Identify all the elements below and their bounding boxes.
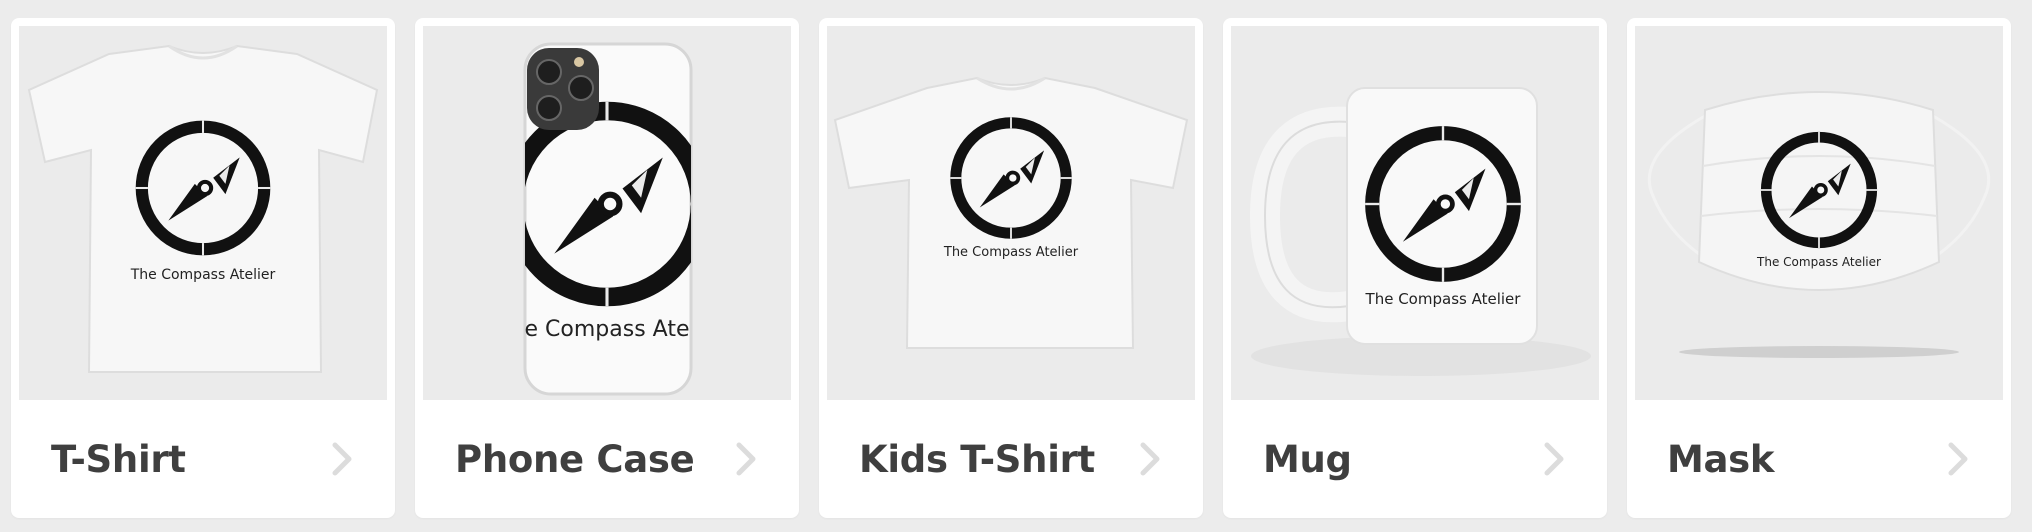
product-image-t-shirt[interactable]: The Compass Atelier <box>19 26 387 400</box>
product-name: Kids T-Shirt <box>859 438 1095 481</box>
chevron-right-icon <box>1135 441 1165 477</box>
product-image-mug[interactable]: The Compass Atelier <box>1231 26 1599 400</box>
product-grid: The Compass Atelier T-Shirt e Compass At… <box>0 0 2032 532</box>
design-text: The Compass Atelier <box>130 267 276 283</box>
product-card-mug[interactable]: The Compass Atelier Mug <box>1223 18 1607 518</box>
product-card-t-shirt[interactable]: The Compass Atelier T-Shirt <box>11 18 395 518</box>
chevron-right-icon <box>1539 441 1569 477</box>
chevron-right-icon <box>1943 441 1973 477</box>
product-image-phone-case[interactable]: e Compass Ate <box>423 26 791 400</box>
product-card-mask[interactable]: The Compass Atelier Mask <box>1627 18 2011 518</box>
chevron-right-icon <box>731 441 761 477</box>
label-bar: Mug <box>1223 400 1607 518</box>
design-text: The Compass Atelier <box>1365 290 1522 308</box>
product-name: Mask <box>1667 438 1775 481</box>
label-bar: T-Shirt <box>11 400 395 518</box>
phone-case-mockup-image: e Compass Ate <box>523 42 693 396</box>
product-name: Mug <box>1263 438 1352 481</box>
product-image-mask[interactable]: The Compass Atelier <box>1635 26 2003 400</box>
kids-t-shirt-mockup-image: The Compass Atelier <box>833 76 1189 349</box>
product-image-kids-t-shirt[interactable]: The Compass Atelier <box>827 26 1195 400</box>
label-bar: Mask <box>1627 400 2011 518</box>
label-bar: Kids T-Shirt <box>819 400 1203 518</box>
mug-mockup-image: The Compass Atelier <box>1249 87 1591 376</box>
product-name: Phone Case <box>455 438 695 481</box>
product-card-kids-t-shirt[interactable]: The Compass Atelier Kids T-Shirt <box>819 18 1203 518</box>
design-text: The Compass Atelier <box>943 245 1079 260</box>
product-name: T-Shirt <box>51 438 186 481</box>
design-text: The Compass Atelier <box>1756 255 1881 269</box>
label-bar: Phone Case <box>415 400 799 518</box>
t-shirt-mockup-image: The Compass Atelier <box>27 44 379 373</box>
design-text: e Compass Ate <box>525 317 690 342</box>
mask-mockup-image: The Compass Atelier <box>1647 91 1991 358</box>
chevron-right-icon <box>327 441 357 477</box>
product-card-phone-case[interactable]: e Compass Ate Phone Case <box>415 18 799 518</box>
